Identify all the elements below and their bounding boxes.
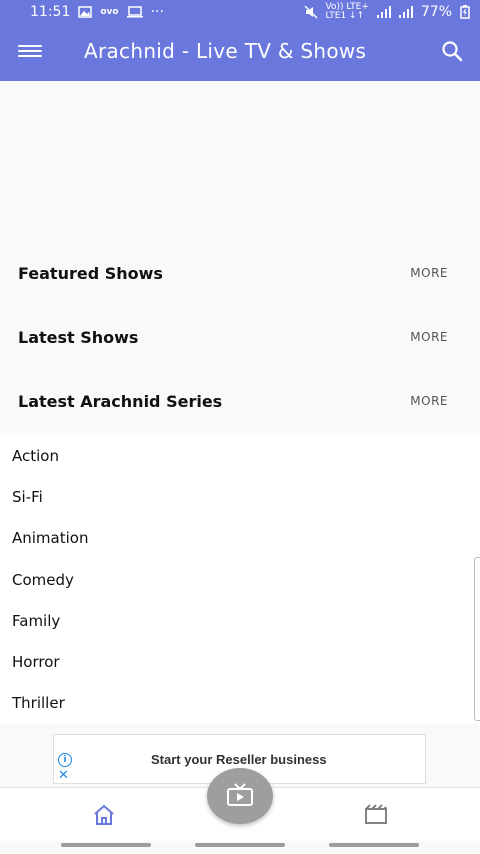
gesture-bar-right <box>329 843 419 847</box>
status-more: ··· <box>150 4 164 20</box>
genre-item[interactable]: Thriller <box>12 694 65 712</box>
genre-item[interactable]: Action <box>12 447 59 465</box>
genre-item[interactable]: Animation <box>12 529 88 547</box>
info-icon[interactable]: i <box>58 753 72 767</box>
section-latest-shows: Latest Shows MORE <box>0 305 480 369</box>
ad-text[interactable]: Start your Reseller business <box>151 752 327 767</box>
home-icon[interactable] <box>92 803 116 827</box>
page-title: Arachnid - Live TV & Shows <box>84 39 367 63</box>
carrier-label: ovo <box>100 7 119 17</box>
section-featured-shows: Featured Shows MORE <box>0 241 480 305</box>
genre-item[interactable]: Horror <box>12 653 60 671</box>
search-icon[interactable] <box>440 39 464 63</box>
genre-item[interactable]: Comedy <box>12 571 74 589</box>
menu-icon[interactable] <box>18 42 42 62</box>
signal-icon <box>376 6 391 18</box>
more-button[interactable]: MORE <box>410 266 448 280</box>
gesture-bar-left <box>61 843 151 847</box>
section-title: Latest Shows <box>18 327 139 347</box>
status-time: 11:51 <box>30 4 71 20</box>
mute-icon <box>303 5 318 19</box>
more-button[interactable]: MORE <box>410 330 448 344</box>
genre-item[interactable]: Family <box>12 612 60 630</box>
gallery-icon <box>78 6 93 18</box>
more-button[interactable]: MORE <box>410 394 448 408</box>
status-bar: 11:51 ovo ··· Vo)) LTE+ LTE1 ↓↑ 77% <box>0 0 480 24</box>
scrollbar[interactable] <box>474 557 480 721</box>
laptop-icon <box>126 6 143 18</box>
section-title: Featured Shows <box>18 263 163 283</box>
battery-icon <box>460 5 470 19</box>
genre-item[interactable]: Si-Fi <box>12 488 43 506</box>
movies-icon[interactable] <box>364 803 388 827</box>
section-latest-series: Latest Arachnid Series MORE <box>0 369 480 433</box>
signal-icon <box>398 6 413 18</box>
network-label-bottom: LTE1 ↓↑ <box>325 11 365 21</box>
live-tv-icon <box>227 783 253 806</box>
gesture-bar-center <box>195 843 285 847</box>
featured-banner <box>0 81 480 241</box>
close-icon[interactable]: ✕ <box>58 768 69 783</box>
app-bar: Arachnid - Live TV & Shows <box>0 24 480 81</box>
genre-list: Action Si-Fi Animation Comedy Family Hor… <box>0 435 480 724</box>
section-title: Latest Arachnid Series <box>18 391 223 411</box>
battery-percent: 77% <box>420 4 452 20</box>
live-tv-button[interactable] <box>207 768 273 824</box>
